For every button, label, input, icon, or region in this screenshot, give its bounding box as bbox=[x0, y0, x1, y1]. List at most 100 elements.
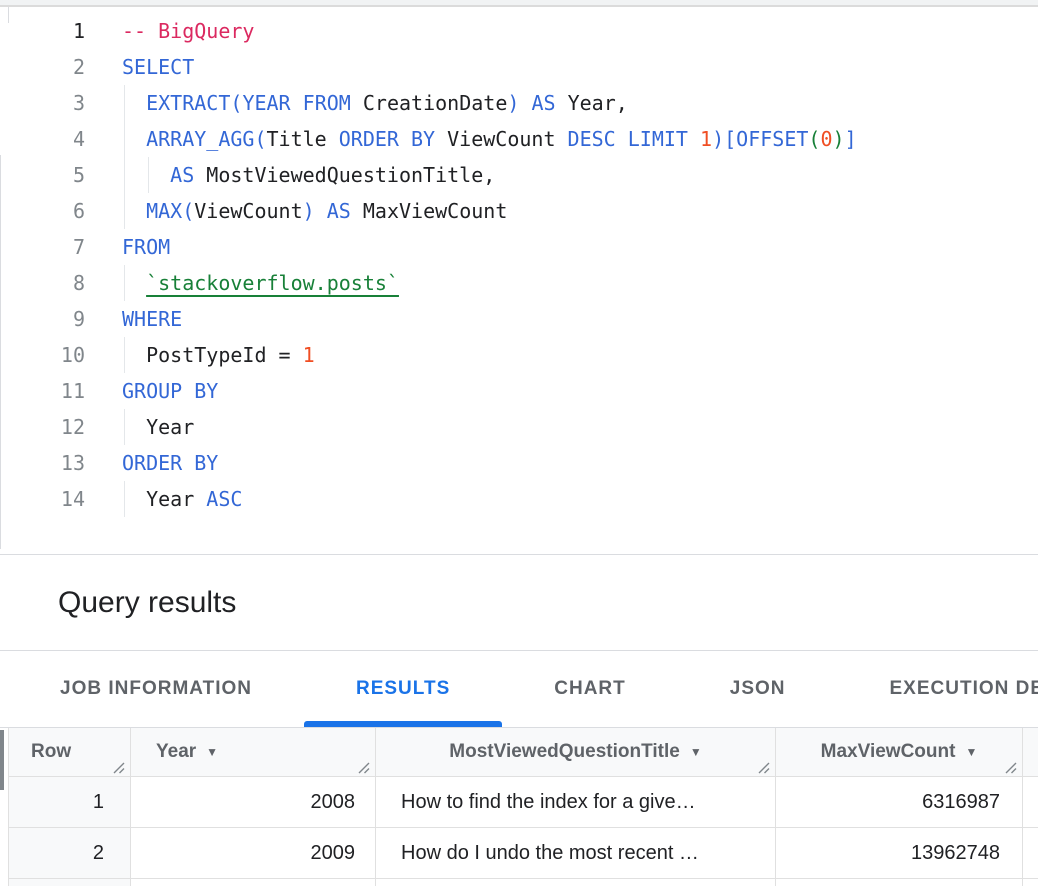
code-token: )[ bbox=[712, 127, 736, 151]
code-text: AS MostViewedQuestionTitle, bbox=[122, 157, 495, 193]
code-token: WHERE bbox=[122, 307, 182, 331]
top-divider-strip bbox=[0, 0, 1038, 7]
line-number: 6 bbox=[0, 193, 85, 229]
code-token bbox=[519, 91, 531, 115]
code-lines: 1 -- BigQuery 2SELECT3 EXTRACT(YEAR FROM C… bbox=[0, 13, 1038, 517]
tab-execution-details[interactable]: EXECUTION DETAILS bbox=[838, 651, 1038, 727]
results-tab-bar: JOB INFORMATION RESULTS CHART JSON EXECUTION… bbox=[0, 651, 1038, 728]
code-token bbox=[122, 91, 146, 115]
code-line[interactable]: 2SELECT bbox=[0, 49, 1038, 85]
cell-row-number: 1 bbox=[9, 777, 131, 827]
code-text: EXTRACT(YEAR FROM CreationDate) AS Year, bbox=[122, 85, 628, 121]
code-line[interactable]: 8 `stackoverflow.posts` bbox=[0, 265, 1038, 301]
query-results-title: Query results bbox=[58, 586, 236, 620]
cell-row-number bbox=[9, 879, 131, 886]
line-number: 2 bbox=[0, 49, 85, 85]
code-token: 1 bbox=[303, 343, 315, 367]
table-row-partial bbox=[9, 879, 1038, 886]
code-token: MostViewedQuestionTitle, bbox=[194, 163, 495, 187]
code-line[interactable]: 9 WHERE bbox=[0, 301, 1038, 337]
code-line[interactable]: 14 Year ASC bbox=[0, 481, 1038, 517]
code-token: ( bbox=[254, 127, 266, 151]
line-number: 9 bbox=[0, 301, 85, 337]
column-resize-grip-icon[interactable] bbox=[111, 758, 125, 772]
column-header-maxviewcount[interactable]: MaxViewCount ▼ bbox=[776, 728, 1023, 776]
code-token: ORDER BY bbox=[339, 127, 435, 151]
code-line[interactable]: 6 MAX(ViewCount) AS MaxViewCount bbox=[0, 193, 1038, 229]
code-line[interactable]: 4 ARRAY_AGG(Title ORDER BY ViewCount DES… bbox=[0, 121, 1038, 157]
column-resize-grip-icon[interactable] bbox=[1003, 758, 1017, 772]
code-token: Title bbox=[267, 127, 339, 151]
tab-label: RESULTS bbox=[356, 678, 450, 700]
code-token: EXTRACT bbox=[146, 91, 230, 115]
code-token: FROM bbox=[303, 91, 351, 115]
cell-year: 2008 bbox=[131, 777, 376, 827]
code-token: ViewCount bbox=[435, 127, 567, 151]
code-token: Year bbox=[122, 487, 206, 511]
tab-label: JSON bbox=[730, 678, 786, 700]
code-line[interactable]: 11 GROUP BY bbox=[0, 373, 1038, 409]
cell-spacer bbox=[1023, 777, 1038, 827]
cell-max-view-count: 6316987 bbox=[776, 777, 1023, 827]
line-number: 3 bbox=[0, 85, 85, 121]
line-number: 7 bbox=[0, 229, 85, 265]
table-row: 22009How do I undo the most recent …1396… bbox=[9, 828, 1038, 879]
code-token: ( bbox=[808, 127, 820, 151]
column-header-spacer bbox=[1023, 728, 1038, 776]
tab-json[interactable]: JSON bbox=[678, 651, 838, 727]
sort-arrow-icon[interactable]: ▼ bbox=[965, 746, 977, 758]
code-token bbox=[688, 127, 700, 151]
column-header-mostviewedquestiontitle[interactable]: MostViewedQuestionTitle▼ bbox=[376, 728, 776, 776]
code-token: YEAR bbox=[242, 91, 290, 115]
code-token: Year, bbox=[556, 91, 628, 115]
cell-max-view-count bbox=[776, 879, 1023, 886]
column-header-label: MaxViewCount bbox=[821, 741, 956, 763]
tab-results[interactable]: RESULTS bbox=[304, 651, 502, 727]
column-resize-grip-icon[interactable] bbox=[356, 758, 370, 772]
column-header-row[interactable]: Row bbox=[9, 728, 131, 776]
code-token: ] bbox=[845, 127, 857, 151]
code-token: DESC bbox=[568, 127, 616, 151]
code-token: GROUP BY bbox=[122, 379, 218, 403]
cell-max-view-count: 13962748 bbox=[776, 828, 1023, 878]
indent-guide bbox=[124, 481, 125, 517]
column-resize-grip-icon[interactable] bbox=[756, 758, 770, 772]
code-line[interactable]: 5 AS MostViewedQuestionTitle, bbox=[0, 157, 1038, 193]
sort-arrow-icon[interactable]: ▼ bbox=[690, 746, 702, 758]
active-tab-underline bbox=[304, 721, 502, 727]
code-line[interactable]: 7 FROM bbox=[0, 229, 1038, 265]
line-number: 5 bbox=[0, 157, 85, 193]
code-token: Year bbox=[122, 415, 194, 439]
line-number: 12 bbox=[0, 409, 85, 445]
tab-job-information[interactable]: JOB INFORMATION bbox=[8, 651, 304, 727]
code-token: 1 bbox=[700, 127, 712, 151]
indent-guide bbox=[124, 121, 125, 157]
code-token: 0 bbox=[820, 127, 832, 151]
line-number: 11 bbox=[0, 373, 85, 409]
line-number: 14 bbox=[0, 481, 85, 517]
column-header-year[interactable]: Year▼ bbox=[131, 728, 376, 776]
cell-row-number: 2 bbox=[9, 828, 131, 878]
code-token: LIMIT bbox=[628, 127, 688, 151]
code-text: PostTypeId = 1 bbox=[122, 337, 315, 373]
line-number: 1 bbox=[0, 13, 85, 49]
code-line[interactable]: 13ORDER BY bbox=[0, 445, 1038, 481]
code-line[interactable]: 12 Year bbox=[0, 409, 1038, 445]
cell-most-viewed-question-title: How to find the index for a give… bbox=[376, 777, 776, 827]
sql-editor[interactable]: 1 -- BigQuery 2SELECT3 EXTRACT(YEAR FROM C… bbox=[0, 7, 1038, 555]
line-number: 8 bbox=[0, 265, 85, 301]
code-token: -- BigQuery bbox=[122, 19, 254, 43]
line-number: 10 bbox=[0, 337, 85, 373]
tab-label: EXECUTION DETAILS bbox=[890, 678, 1038, 700]
code-token: FROM bbox=[122, 235, 170, 259]
scrollbar-thumb[interactable] bbox=[0, 730, 4, 790]
code-line[interactable]: 10 PostTypeId = 1 bbox=[0, 337, 1038, 373]
code-text: -- BigQuery bbox=[122, 13, 254, 49]
tab-chart[interactable]: CHART bbox=[502, 651, 678, 727]
code-line[interactable]: 1 -- BigQuery bbox=[0, 13, 1038, 49]
sort-arrow-icon[interactable]: ▼ bbox=[206, 746, 218, 758]
code-line[interactable]: 3 EXTRACT(YEAR FROM CreationDate) AS Yea… bbox=[0, 85, 1038, 121]
code-token: ) bbox=[507, 91, 519, 115]
code-token: ) bbox=[833, 127, 845, 151]
code-token: PostTypeId = bbox=[122, 343, 303, 367]
